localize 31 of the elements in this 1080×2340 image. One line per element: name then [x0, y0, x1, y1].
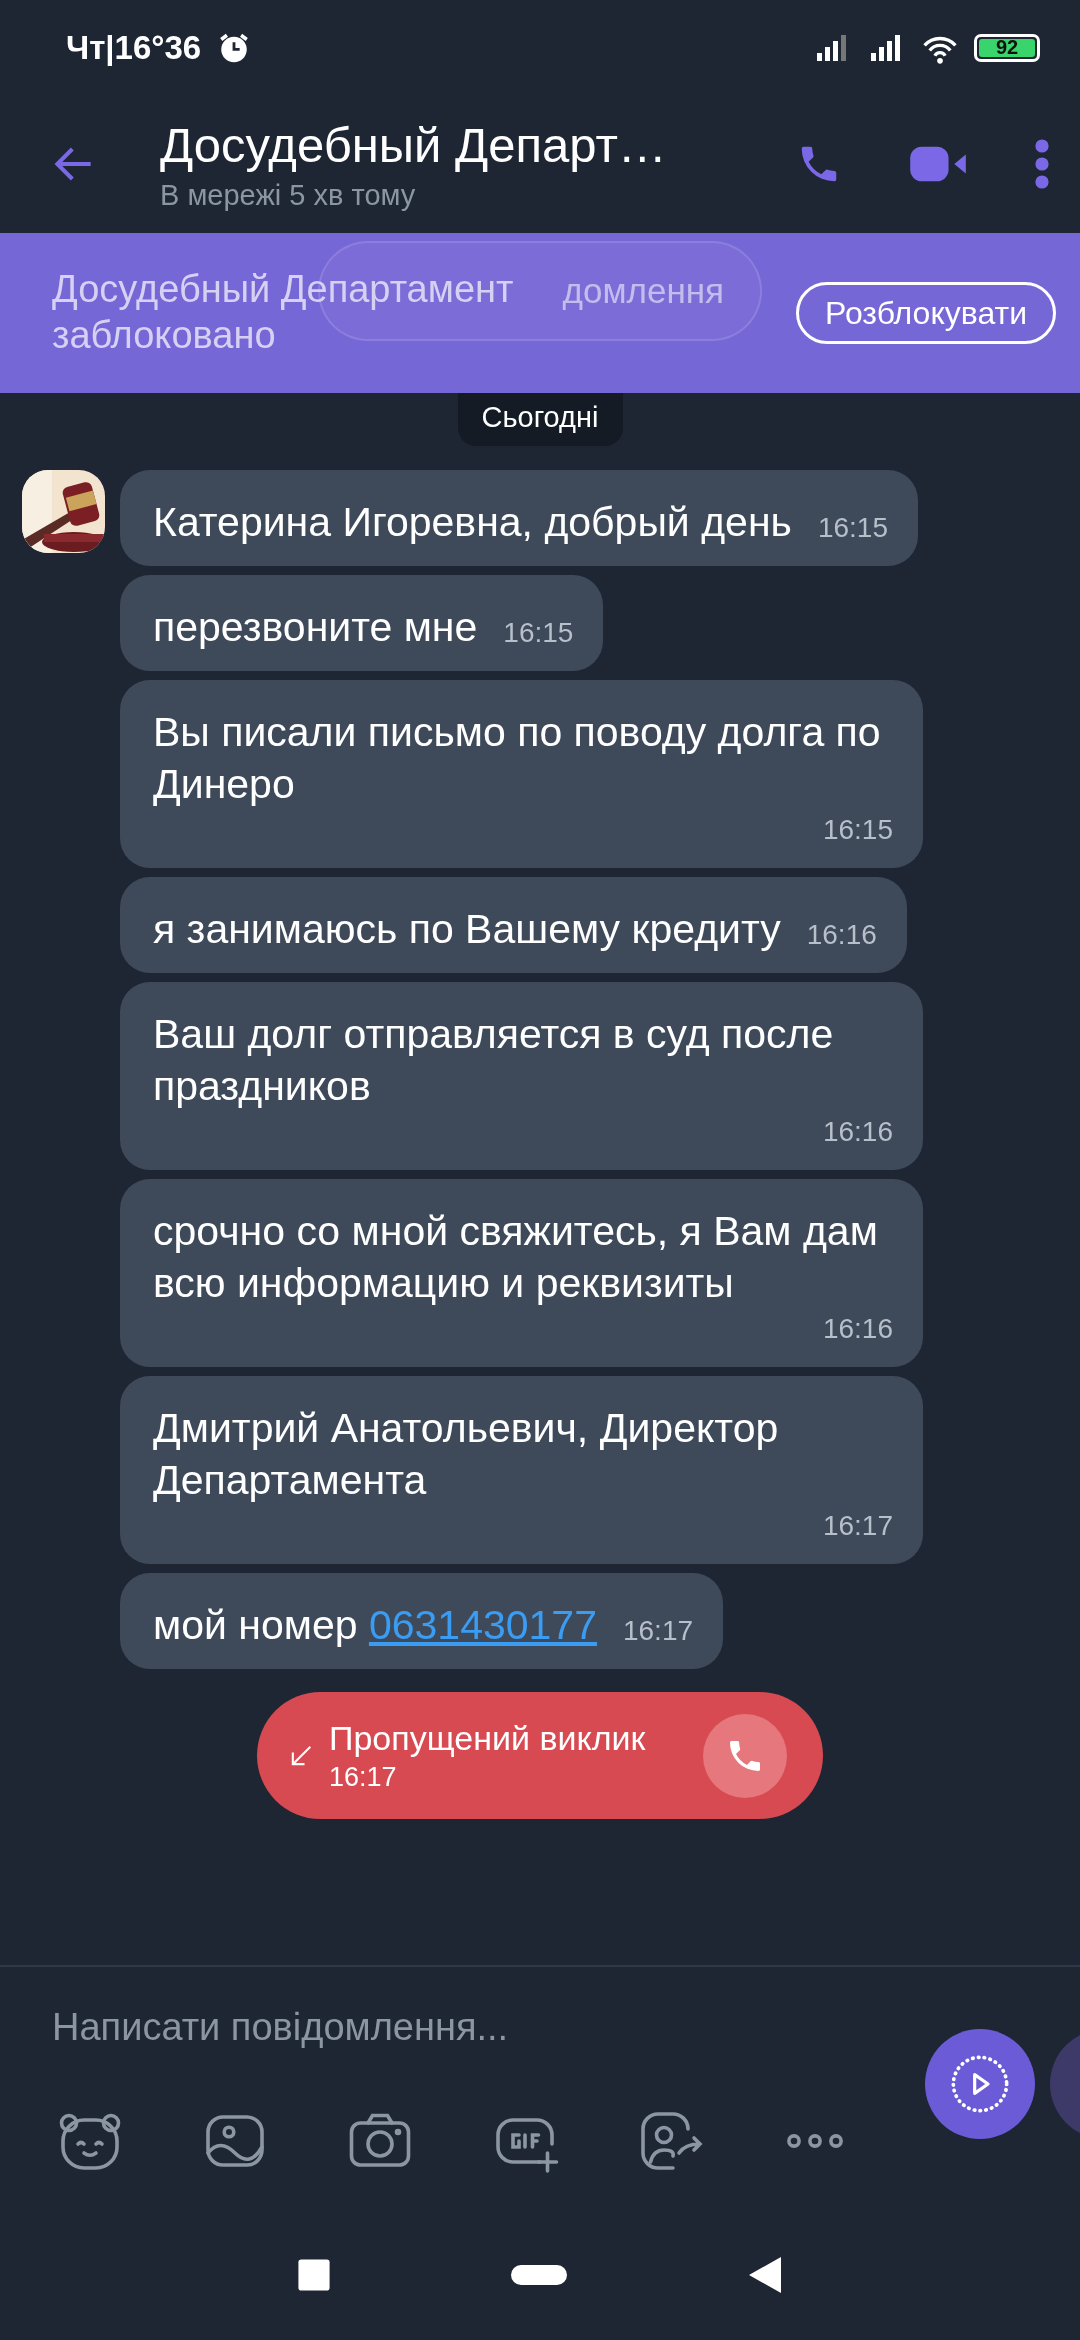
message-time: 16:16	[822, 1313, 893, 1346]
message-text: Катерина Игоревна, добрый день	[153, 498, 792, 547]
back-icon[interactable]	[747, 2255, 783, 2295]
blocked-notice: Досудебный Департамент заблоковано	[52, 267, 515, 358]
message-text: Вы писали письмо по поводу долга по Динеро	[153, 708, 882, 809]
message-time: 16:15	[503, 617, 574, 650]
message-text: Дмитрий Анатольевич, Директор Департамента	[153, 1404, 780, 1505]
status-time: Чт|16°36	[66, 28, 202, 67]
unblock-button[interactable]: Розблокувати	[795, 282, 1056, 344]
battery-level: 92	[979, 38, 1035, 57]
message-text: срочно со мной свяжитесь, я Вам дам всю информацию и реквизиты	[153, 1207, 879, 1308]
message-time: 16:16	[806, 919, 877, 952]
message-time: 16:15	[822, 814, 893, 847]
message-text: Ваш долг отправляется в суд после праздников	[153, 1010, 835, 1111]
message-text: мой номер 0631430177	[153, 1601, 597, 1650]
home-icon[interactable]	[511, 2265, 567, 2285]
chat-title: Досудебный Департ…	[160, 116, 668, 173]
message-text: я занимаюсь по Вашему кредиту	[153, 905, 781, 954]
phone-link[interactable]: 0631430177	[368, 1602, 597, 1648]
message-time: 16:15	[817, 512, 888, 545]
message-text: перезвоните мне	[153, 603, 478, 652]
date-label: Сьогодні	[457, 393, 623, 446]
message-time: 16:17	[622, 1615, 694, 1648]
missed-call-time: 16:17	[329, 1761, 398, 1793]
recents-icon[interactable]	[297, 2258, 331, 2292]
message-input[interactable]: Написати повідомлення...	[52, 1997, 872, 2057]
message-time: 16:16	[822, 1116, 893, 1149]
last-seen-status: В мережі 5 хв тому	[160, 178, 417, 212]
more-options-icon[interactable]	[1034, 138, 1050, 190]
message-time: 16:17	[822, 1510, 893, 1543]
missed-call-label: Пропущений виклик	[329, 1718, 647, 1758]
